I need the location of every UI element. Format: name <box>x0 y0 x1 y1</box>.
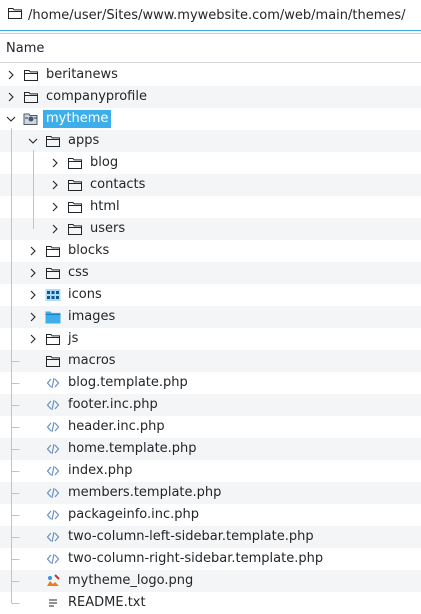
tree-row[interactable]: blog.template.php <box>0 372 421 394</box>
tree-item-label: packageinfo.inc.php <box>68 507 200 522</box>
folder-icon <box>8 7 22 23</box>
tree-item-label: css <box>68 265 89 280</box>
chevron-right-icon[interactable] <box>27 284 39 306</box>
file-tree: beritanews companyprofile mytheme apps blog c… <box>0 64 421 614</box>
location-path[interactable]: /home/user/Sites/www.mywebsite.com/web/m… <box>28 8 406 23</box>
tree-row[interactable]: footer.inc.php <box>0 394 421 416</box>
image-file-icon <box>45 573 61 589</box>
icons-folder-icon <box>45 287 61 303</box>
tree-row[interactable]: mytheme <box>0 108 421 130</box>
tree-item-label: beritanews <box>46 67 118 82</box>
tree-row[interactable]: blocks <box>0 240 421 262</box>
tree-row[interactable]: users <box>0 218 421 240</box>
chevron-right-icon[interactable] <box>5 86 17 108</box>
php-file-icon <box>45 551 61 567</box>
tree-item-label: home.template.php <box>68 441 197 456</box>
php-file-icon <box>45 529 61 545</box>
tree-row[interactable]: home.template.php <box>0 438 421 460</box>
folder-icon <box>45 353 61 369</box>
theme-folder-icon <box>23 111 39 127</box>
tree-row[interactable]: two-column-right-sidebar.template.php <box>0 548 421 570</box>
folder-icon <box>45 331 61 347</box>
tree-item-label: apps <box>68 133 100 148</box>
folder-icon <box>23 89 39 105</box>
column-header-label: Name <box>6 41 45 56</box>
tree-item-label: header.inc.php <box>68 419 165 434</box>
tree-row[interactable]: header.inc.php <box>0 416 421 438</box>
folder-icon <box>67 155 83 171</box>
chevron-right-icon[interactable] <box>27 262 39 284</box>
tree-item-label: blog <box>90 155 119 170</box>
folder-icon <box>45 243 61 259</box>
tree-item-label: mytheme <box>43 110 112 128</box>
tree-item-label: icons <box>68 287 102 302</box>
folder-icon <box>67 199 83 215</box>
tree-row[interactable]: README.txt <box>0 592 421 614</box>
folder-icon <box>67 221 83 237</box>
tree-item-label: blog.template.php <box>68 375 188 390</box>
php-file-icon <box>45 507 61 523</box>
tree-row[interactable]: blog <box>0 152 421 174</box>
tree-item-label: two-column-left-sidebar.template.php <box>68 529 314 544</box>
chevron-right-icon[interactable] <box>27 240 39 262</box>
tree-item-label: html <box>90 199 120 214</box>
folder-icon <box>45 133 61 149</box>
tree-row[interactable]: members.template.php <box>0 482 421 504</box>
chevron-right-icon[interactable] <box>49 152 61 174</box>
tree-item-label: footer.inc.php <box>68 397 158 412</box>
tree-item-label: two-column-right-sidebar.template.php <box>68 551 324 566</box>
php-file-icon <box>45 397 61 413</box>
tree-row[interactable]: beritanews <box>0 64 421 86</box>
column-header-name[interactable]: Name <box>0 35 421 63</box>
text-file-icon <box>45 595 61 611</box>
tree-row[interactable]: css <box>0 262 421 284</box>
chevron-down-icon[interactable] <box>5 108 17 130</box>
chevron-right-icon[interactable] <box>27 328 39 350</box>
tree-row[interactable]: apps <box>0 130 421 152</box>
divider <box>0 33 421 34</box>
location-bar[interactable]: /home/user/Sites/www.mywebsite.com/web/m… <box>0 0 421 31</box>
tree-row[interactable]: contacts <box>0 174 421 196</box>
tree-item-label: README.txt <box>68 595 146 610</box>
php-file-icon <box>45 485 61 501</box>
chevron-right-icon[interactable] <box>49 196 61 218</box>
tree-item-label: js <box>68 331 79 346</box>
chevron-down-icon[interactable] <box>27 130 39 152</box>
tree-row[interactable]: packageinfo.inc.php <box>0 504 421 526</box>
php-file-icon <box>45 419 61 435</box>
php-file-icon <box>45 463 61 479</box>
chevron-right-icon[interactable] <box>27 306 39 328</box>
tree-row[interactable]: index.php <box>0 460 421 482</box>
tree-row[interactable]: icons <box>0 284 421 306</box>
tree-item-label: mytheme_logo.png <box>68 573 194 588</box>
tree-item-label: images <box>68 309 116 324</box>
chevron-right-icon[interactable] <box>49 218 61 240</box>
php-file-icon <box>45 375 61 391</box>
folder-icon <box>23 67 39 83</box>
tree-row[interactable]: html <box>0 196 421 218</box>
tree-item-label: macros <box>68 353 116 368</box>
tree-item-label: index.php <box>68 463 133 478</box>
chevron-right-icon[interactable] <box>5 64 17 86</box>
tree-row[interactable]: companyprofile <box>0 86 421 108</box>
tree-row[interactable]: mytheme_logo.png <box>0 570 421 592</box>
tree-item-label: members.template.php <box>68 485 222 500</box>
tree-row[interactable]: images <box>0 306 421 328</box>
tree-row[interactable]: js <box>0 328 421 350</box>
tree-item-label: companyprofile <box>46 89 147 104</box>
images-folder-icon <box>45 309 61 325</box>
folder-icon <box>45 265 61 281</box>
folder-icon <box>67 177 83 193</box>
php-file-icon <box>45 441 61 457</box>
tree-item-label: blocks <box>68 243 110 258</box>
chevron-right-icon[interactable] <box>49 174 61 196</box>
tree-item-label: contacts <box>90 177 146 192</box>
tree-row[interactable]: macros <box>0 350 421 372</box>
tree-item-label: users <box>90 221 126 236</box>
tree-row[interactable]: two-column-left-sidebar.template.php <box>0 526 421 548</box>
